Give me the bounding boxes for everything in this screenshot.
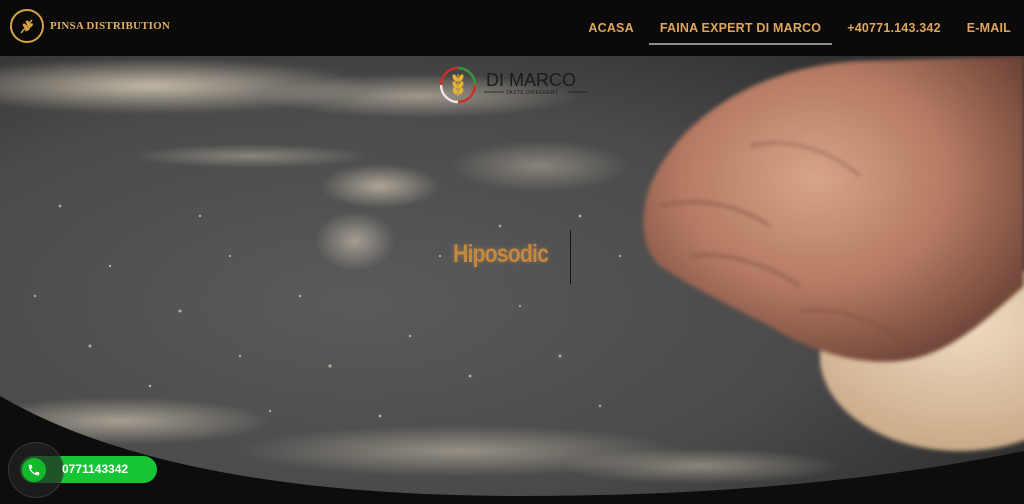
brand-name[interactable]: PINSA DISTRIBUTION — [50, 20, 170, 32]
di-marco-tagline: TASTE DIFFERENT — [506, 90, 559, 96]
wheat-icon[interactable] — [10, 9, 44, 43]
rotating-headline-word: Hiposodic — [453, 240, 549, 268]
nav-item-faina-expert[interactable]: FAINA EXPERT DI MARCO — [647, 0, 834, 56]
typing-cursor — [570, 230, 571, 284]
brand[interactable]: PINSA DISTRIBUTION — [10, 9, 170, 43]
nav-item-acasa[interactable]: ACASA — [575, 0, 646, 56]
wheat-icon — [452, 74, 464, 96]
phone-icon[interactable] — [22, 458, 46, 482]
hands-kneading-dough-photo — [0, 56, 1024, 504]
nav-item-phone[interactable]: +40771.143.342 — [834, 0, 954, 56]
hero-section: DI MARCO TASTE DIFFERENT Hiposodic — [0, 56, 1024, 504]
nav-item-email[interactable]: E-MAIL — [954, 0, 1024, 56]
whatsapp-call-button[interactable]: 0771143342 — [8, 442, 157, 498]
main-nav: ACASA FAINA EXPERT DI MARCO +40771.143.3… — [575, 0, 1024, 56]
di-marco-logo: DI MARCO TASTE DIFFERENT — [439, 66, 588, 104]
di-marco-wordmark: DI MARCO — [486, 70, 576, 90]
site-header: PINSA DISTRIBUTION ACASA FAINA EXPERT DI… — [0, 0, 1024, 56]
call-button-number[interactable]: 0771143342 — [62, 462, 128, 476]
